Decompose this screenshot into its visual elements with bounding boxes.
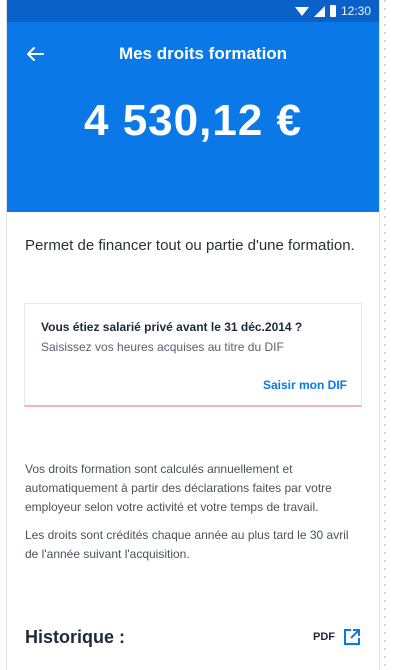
page-title: Mes droits formation <box>118 44 288 63</box>
back-button[interactable] <box>21 40 49 68</box>
wifi-icon <box>294 6 309 16</box>
info-paragraph-calculation: Vos droits formation sont calculés annue… <box>25 462 332 514</box>
signal-icon <box>313 5 325 17</box>
pdf-download-button[interactable]: PDF <box>313 628 361 646</box>
dif-card: Vous étiez salarié privé avant le 31 déc… <box>24 303 362 407</box>
screen: 12:30 Mes droits formation 4 530,12 € Pe… <box>6 0 380 670</box>
dif-hint: Saisissez vos heures acquises au titre d… <box>41 340 284 354</box>
arrow-left-icon <box>27 47 44 61</box>
battery-icon <box>329 5 336 17</box>
saisir-dif-link[interactable]: Saisir mon DIF <box>263 378 347 392</box>
scroll-edge-decoration <box>384 0 386 670</box>
pdf-label: PDF <box>313 631 335 643</box>
status-time: 12:30 <box>340 4 371 18</box>
status-bar: 12:30 <box>7 0 379 22</box>
status-icons: 12:30 <box>294 4 371 18</box>
dif-question: Vous étiez salarié privé avant le 31 déc… <box>41 320 303 334</box>
balance-amount: 4 530,12 € <box>84 96 302 145</box>
history-title: Historique : <box>25 627 126 647</box>
description-text: Permet de financer tout ou partie d'une … <box>25 237 355 254</box>
external-link-icon <box>344 629 360 645</box>
header-hero: 12:30 Mes droits formation 4 530,12 € <box>7 0 379 212</box>
info-paragraph-credit: Les droits sont crédités chaque année au… <box>25 528 349 561</box>
